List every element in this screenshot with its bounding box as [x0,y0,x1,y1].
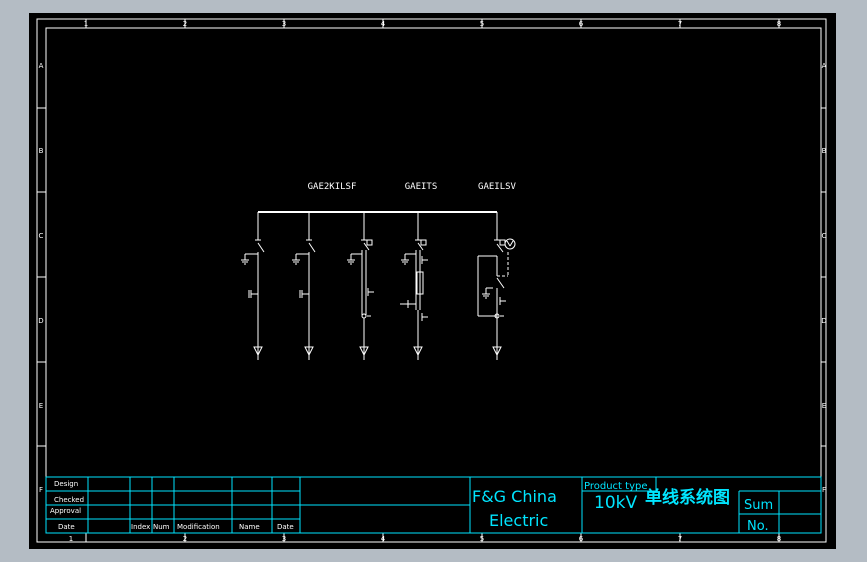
column-marker-bottom: 5 [480,535,484,543]
row-marker-right: A [822,62,827,70]
column-marker-bottom: 6 [579,535,584,543]
row-marker-right: D [821,317,826,325]
column-marker-bottom: 4 [381,535,386,543]
sum-label: Sum [744,498,773,513]
row-marker-right: F [822,486,826,494]
title-block-col-num: Num [153,523,170,531]
column-marker-bottom: 1 [69,535,73,543]
company-name-line1: F&G China [472,487,557,506]
column-marker-bottom: 7 [678,535,682,543]
cad-drawing-view: 1 2 3 4 5 6 7 8 1 2 3 4 5 6 7 8 A B C D … [29,13,836,549]
column-marker-bottom: 3 [282,535,286,543]
row-marker-left: A [39,62,44,70]
title-block-col-name: Name [239,523,260,531]
row-marker-right: B [822,147,827,155]
title-block-row-checked: Checked [54,496,84,504]
drawing-title: 单线系统图 [645,488,730,508]
drawing-title-container: 单线系统图 [645,488,730,508]
row-marker-left: B [39,147,44,155]
row-marker-left: D [38,317,43,325]
product-type-label: Product type [584,481,648,492]
column-marker-top: 5 [480,20,484,28]
column-marker-top: 3 [282,20,286,28]
column-marker-top: 8 [777,20,781,28]
product-name: 10kV [594,493,637,513]
title-block-col-index: Index [131,523,150,531]
drawing-canvas [29,13,836,549]
cabinet-label: GAEILSV [478,182,517,192]
column-marker-bottom: 2 [183,535,187,543]
no-label: No. [747,519,769,534]
column-marker-top: 2 [183,20,187,28]
row-marker-left: E [39,402,43,410]
column-marker-top: 7 [678,20,682,28]
row-marker-right: E [822,402,826,410]
cabinet-label: GAE2KILSF [308,182,357,192]
company-name-line2: Electric [489,511,548,530]
cabinet-label: GAEITS [405,182,438,192]
row-marker-left: C [39,232,44,240]
column-marker-top: 4 [381,20,386,28]
title-block-row-approval: Approval [50,507,81,515]
title-block-col-modification: Modification [177,523,220,531]
column-marker-top: 6 [579,20,584,28]
title-block-col-date: Date [277,523,294,531]
column-marker-top: 1 [84,20,88,28]
title-block-row-design: Design [54,480,78,488]
column-marker-bottom: 8 [777,535,781,543]
row-marker-left: F [39,486,43,494]
row-marker-right: C [822,232,827,240]
title-block-row-date: Date [58,523,75,531]
